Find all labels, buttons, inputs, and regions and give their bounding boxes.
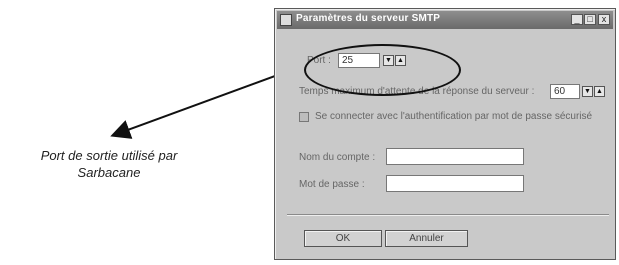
- annotation-line-2: Sarbacane: [77, 165, 141, 180]
- password-input[interactable]: [386, 175, 524, 192]
- cancel-button[interactable]: Annuler: [385, 230, 468, 247]
- timeout-spin-down-icon[interactable]: ▼: [582, 86, 593, 97]
- auth-checkbox[interactable]: [299, 112, 309, 122]
- timeout-input[interactable]: 60: [550, 84, 580, 99]
- button-separator: [287, 214, 609, 216]
- maximize-button[interactable]: □: [584, 14, 596, 25]
- window-title: Paramètres du serveur SMTP: [296, 13, 441, 24]
- port-highlight-ellipse: [304, 44, 461, 96]
- ok-button[interactable]: OK: [304, 230, 382, 247]
- auth-label: Se connecter avec l'authentification par…: [315, 111, 593, 122]
- account-label: Nom du compte :: [299, 152, 376, 163]
- timeout-spin-up-icon[interactable]: ▲: [594, 86, 605, 97]
- account-input[interactable]: [386, 148, 524, 165]
- close-button[interactable]: x: [598, 14, 610, 25]
- minimize-button[interactable]: _: [571, 14, 583, 25]
- annotation-caption: Port de sortie utilisé par Sarbacane: [6, 147, 212, 181]
- smtp-settings-dialog: Paramètres du serveur SMTP _ □ x Port : …: [274, 8, 616, 260]
- annotation-line-1: Port de sortie utilisé par: [40, 148, 178, 163]
- password-label: Mot de passe :: [299, 179, 365, 190]
- title-bar: Paramètres du serveur SMTP _ □ x: [277, 11, 613, 29]
- window-icon: [280, 14, 292, 26]
